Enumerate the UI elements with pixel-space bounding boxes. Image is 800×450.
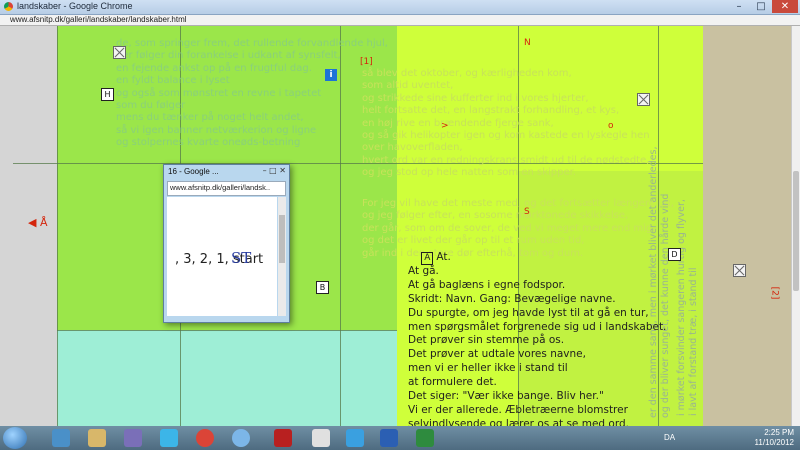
chrome-icon[interactable] xyxy=(196,429,214,447)
box-b[interactable]: B xyxy=(316,281,329,294)
back-arrow-link[interactable]: ◀ Å xyxy=(28,216,47,229)
maximize-button[interactable]: □ xyxy=(750,0,772,13)
handwritten-st: ST xyxy=(231,249,252,267)
khaki-block xyxy=(703,26,792,426)
box-d[interactable]: D xyxy=(668,248,681,261)
flash-icon[interactable] xyxy=(274,429,292,447)
chrome-icon xyxy=(4,2,13,11)
poem-line: At gå baglæns i egne fodspor. xyxy=(408,278,566,291)
media-player-icon[interactable] xyxy=(124,429,142,447)
mark-bracket-2[interactable]: [2] xyxy=(769,287,779,300)
poem-text: A At. At gå. At gå baglæns i egne fodspor… xyxy=(408,237,666,426)
popup-address-bar[interactable]: www.afsnitp.dk/galleri/landsk... xyxy=(167,181,286,196)
poem-line: Det prøver at udtale vores navne, xyxy=(408,348,586,361)
popup-window-buttons[interactable]: – □ ✕ xyxy=(263,166,286,175)
language-indicator[interactable]: DA xyxy=(664,433,675,442)
poem-line: at formulere det. xyxy=(408,376,497,389)
clock-time: 2:25 PM xyxy=(764,428,794,437)
web-page: de, som springer frem, det rullende forv… xyxy=(0,26,800,426)
address-url[interactable]: www.afsnitp.dk/galleri/landskaber/landsk… xyxy=(10,15,187,24)
minimize-button[interactable]: – xyxy=(728,0,750,13)
poem-line: selvindlysende og lærer os at se med ord… xyxy=(408,417,629,426)
clock-date: 11/10/2012 xyxy=(754,438,794,447)
poem-line: Det prøver sin stemme på os. xyxy=(408,334,565,347)
info-icon[interactable]: i xyxy=(325,69,337,81)
poem-line: Du spurgte, om jeg havde lyst til at gå … xyxy=(408,306,649,319)
ghost-vertical-text-2: i mørket forsvinder sangeren hurtig og f… xyxy=(676,199,699,416)
poem-line: Vi er der allerede. Æbletræerne blomstre… xyxy=(408,403,628,416)
poem-line: Skridt: Navn. Gang: Bevægelige navne. xyxy=(408,292,616,305)
aqua-block xyxy=(57,330,397,426)
bic-icon[interactable] xyxy=(346,429,364,447)
popup-scrollbar[interactable] xyxy=(278,197,286,316)
excel-icon[interactable] xyxy=(416,429,434,447)
address-bar[interactable]: www.afsnitp.dk/galleri/landskaber/landsk… xyxy=(0,15,800,26)
ghost-text-left: de, som springer frem, det rullende forv… xyxy=(116,38,388,149)
box-h[interactable]: H xyxy=(101,88,114,101)
window-title: landskaber - Google Chrome xyxy=(17,1,133,11)
poem-line: men vi er heller ikke i stand til xyxy=(408,362,568,375)
mark-s[interactable]: S xyxy=(524,207,530,217)
poem-line: At. xyxy=(436,250,451,263)
scrivener-icon[interactable] xyxy=(312,429,330,447)
skype-icon[interactable] xyxy=(160,429,178,447)
poem-line: men spørgsmålet forgrenede sig ud i land… xyxy=(408,320,667,333)
itunes-icon[interactable] xyxy=(232,429,250,447)
poem-line: At gå. xyxy=(408,264,439,277)
file-manager-icon[interactable] xyxy=(88,429,106,447)
closed-box-icon[interactable] xyxy=(637,93,650,106)
start-button[interactable] xyxy=(3,427,27,449)
close-button[interactable]: ✕ xyxy=(772,0,798,13)
closed-box-icon[interactable] xyxy=(733,264,746,277)
popup-content: , 3, 2, 1, start ST xyxy=(167,197,277,316)
popup-title: 16 - Google ... xyxy=(168,167,219,176)
explorer-icon[interactable] xyxy=(52,429,70,447)
taskbar: DA 2:25 PM 11/10/2012 xyxy=(0,426,800,450)
clock[interactable]: 2:25 PM 11/10/2012 xyxy=(755,428,794,448)
popup-url[interactable]: www.afsnitp.dk/galleri/landsk... xyxy=(170,183,270,192)
popup-window[interactable]: 16 - Google ... – □ ✕ www.afsnitp.dk/gal… xyxy=(163,164,290,323)
box-a[interactable]: A xyxy=(421,251,434,265)
ghost-text-right: så blev det oktober, og kærligheden kom,… xyxy=(362,68,650,179)
mark-circle[interactable]: o xyxy=(608,121,614,131)
closed-box-icon[interactable] xyxy=(113,46,126,59)
scrollbar-thumb[interactable] xyxy=(793,171,799,291)
mark-gt[interactable]: > xyxy=(441,121,449,131)
word-icon[interactable] xyxy=(380,429,398,447)
window-titlebar[interactable]: landskaber - Google Chrome – □ ✕ xyxy=(0,0,800,15)
mark-n[interactable]: N xyxy=(524,38,531,48)
mark-bracket-1[interactable]: [1] xyxy=(360,57,373,67)
poem-line: Det siger: "Vær ikke bange. Bliv her." xyxy=(408,390,604,403)
